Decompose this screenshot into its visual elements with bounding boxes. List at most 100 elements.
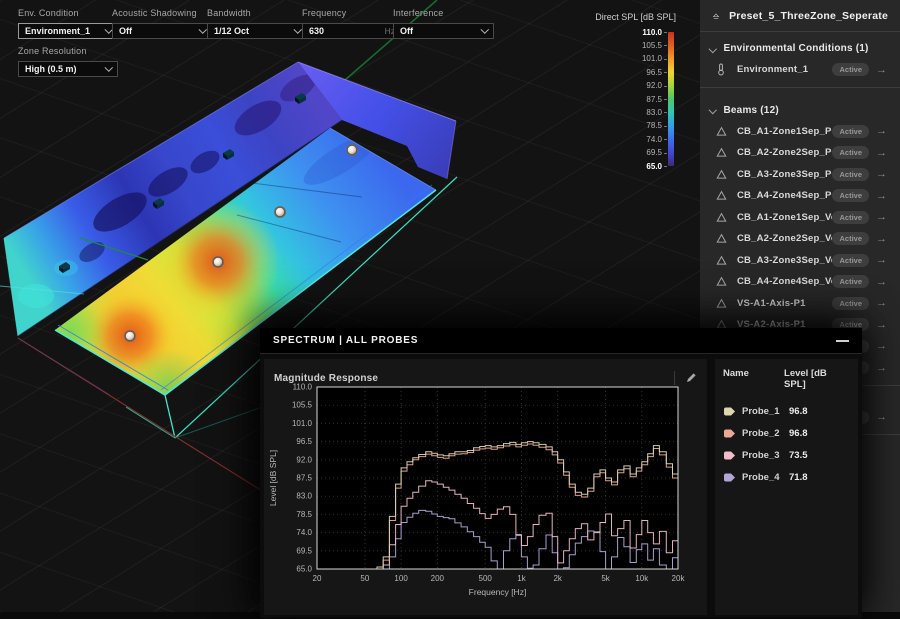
open-item-arrow-icon[interactable]: → (876, 190, 887, 202)
chevron-down-icon (709, 45, 717, 53)
y-tick-label: 74.0 (296, 528, 312, 537)
preset-header[interactable]: Preset_5_ThreeZone_Seperate (700, 0, 900, 32)
probe-table-card: Name Level [dB SPL] Probe_196.8Probe_296… (715, 359, 858, 615)
sidebar-item-cb_a1-zone1sep_voice[interactable]: CB_A1-Zone1Sep_VoiceActive → (700, 207, 900, 229)
active-badge[interactable]: Active (832, 232, 869, 245)
active-badge[interactable]: Active (832, 189, 869, 202)
colorbar-gradient (668, 32, 674, 166)
sidebar-item-label: CB_A1-Zone1Sep_PGM (737, 126, 832, 137)
x-tick-label: 20 (313, 574, 322, 583)
colorbar-tick-label: 110.0 (642, 28, 662, 37)
spectrum-panel-header[interactable]: SPECTRUM | ALL PROBES (260, 328, 862, 354)
section-header[interactable]: Beams (12) (700, 94, 900, 121)
section-header[interactable]: Environmental Conditions (1) (700, 32, 900, 59)
sidebar-item-cb_a4-zone4sep_voice[interactable]: CB_A4-Zone4Sep_VoiceActive→ (700, 271, 900, 293)
open-item-arrow-icon[interactable]: → (876, 64, 887, 76)
x-tick-label: 5k (601, 574, 610, 583)
sidebar-item-label: CB_A2-Zone2Sep_Voice (737, 233, 832, 244)
beam-icon (716, 233, 727, 244)
field-env-condition: Env. Condition Environment_1 (18, 8, 118, 39)
acoustic-shadowing-select[interactable]: Off (112, 23, 212, 39)
colorbar-tick-label: 69.5 (646, 148, 662, 157)
open-item-arrow-icon[interactable]: → (876, 233, 887, 245)
open-item-arrow-icon[interactable]: → (876, 276, 887, 288)
probe-level: 96.8 (789, 428, 808, 439)
sidebar-item-cb_a1-zone1sep_pgm[interactable]: CB_A1-Zone1Sep_PGMActive → (700, 121, 900, 143)
chevron-down-icon (198, 26, 206, 34)
sidebar-item-cb_a2-zone2sep_voice[interactable]: CB_A2-Zone2Sep_VoiceActive → (700, 228, 900, 250)
sidebar-item-cb_a2-zone2sep_pgm[interactable]: CB_A2-Zone2Sep_PGMActive → (700, 142, 900, 164)
bandwidth-select[interactable]: 1/12 Oct (207, 23, 307, 39)
section-title: Environmental Conditions (1) (724, 43, 869, 54)
x-axis-label: Frequency [Hz] (469, 587, 527, 597)
sidebar-item-cb_a3-zone3sep_pgm[interactable]: CB_A3-Zone3Sep_PGMActive→ (700, 164, 900, 186)
interference-select[interactable]: Off (393, 23, 494, 39)
active-badge[interactable]: Active (832, 211, 869, 224)
x-tick-label: 200 (431, 574, 445, 583)
active-badge[interactable]: Active (832, 297, 869, 310)
y-tick-label: 78.5 (296, 510, 312, 519)
open-item-arrow-icon[interactable]: → (876, 362, 887, 374)
field-zone-resolution: Zone Resolution High (0.5 m) (18, 46, 118, 77)
colorbar-tick-mark (664, 86, 667, 87)
active-badge[interactable]: Active (832, 125, 869, 138)
field-frequency: Frequency Hz (302, 8, 402, 39)
sidebar-item-cb_a3-zone3sep_voice[interactable]: CB_A3-Zone3Sep_VoiceActive→ (700, 250, 900, 272)
active-badge[interactable]: Active (832, 168, 869, 181)
y-tick-label: 87.5 (296, 474, 312, 483)
zone-resolution-select[interactable]: High (0.5 m) (18, 61, 118, 77)
open-item-arrow-icon[interactable]: → (876, 125, 887, 137)
probe-marker (124, 330, 136, 342)
beam-icon (716, 169, 727, 180)
open-item-arrow-icon[interactable]: → (876, 147, 887, 159)
open-item-arrow-icon[interactable]: → (876, 168, 887, 180)
probe-row-probe_4[interactable]: Probe_471.8 (715, 466, 858, 488)
open-item-arrow-icon[interactable]: → (876, 211, 887, 223)
active-badge[interactable]: Active (832, 146, 869, 159)
probe-name: Probe_2 (742, 428, 789, 439)
open-item-arrow-icon[interactable]: → (876, 254, 887, 266)
sidebar-item-environment_1[interactable]: Environment_1Active → (700, 59, 900, 81)
colorbar-title: Direct SPL [dB SPL] (595, 12, 676, 22)
field-acoustic-shadowing: Acoustic Shadowing Off (112, 8, 212, 39)
probe-name: Probe_4 (742, 472, 789, 483)
open-item-arrow-icon[interactable]: → (876, 411, 887, 423)
open-item-arrow-icon[interactable]: → (876, 319, 887, 331)
sidebar-item-label: CB_A1-Zone1Sep_Voice (737, 212, 832, 223)
interference-label: Interference (393, 8, 494, 18)
open-item-arrow-icon[interactable]: → (876, 297, 887, 309)
chevron-down-icon (480, 26, 488, 34)
field-bandwidth: Bandwidth 1/12 Oct (207, 8, 307, 39)
frequency-input[interactable] (309, 26, 361, 36)
frequency-label: Frequency (302, 8, 402, 18)
colorbar-tick-mark (664, 139, 667, 140)
active-badge[interactable]: Active (832, 63, 869, 76)
y-tick-label: 110.0 (293, 383, 313, 392)
sidebar-item-cb_a4-zone4sep_pgm[interactable]: CB_A4-Zone4Sep_PGMActive → (700, 185, 900, 207)
field-interference: Interference Off (393, 8, 494, 39)
colorbar-tick-label: 92.0 (646, 81, 662, 90)
beam-icon (716, 147, 727, 158)
open-item-arrow-icon[interactable]: → (876, 340, 887, 352)
probe-icon (723, 429, 736, 438)
probe-row-probe_3[interactable]: Probe_373.5 (715, 444, 858, 466)
spectrum-chart: 110.0105.5101.096.592.087.583.078.574.06… (264, 383, 707, 613)
sidebar-item-label: CB_A2-Zone2Sep_PGM (737, 147, 832, 158)
minimize-button[interactable] (835, 334, 849, 348)
colorbar-tick-mark (664, 99, 667, 100)
frequency-input-box: Hz (302, 23, 402, 39)
sidebar-item-vs-a1-axis-p1[interactable]: VS-A1-Axis-P1Active→ (700, 293, 900, 315)
probe-name: Probe_3 (742, 450, 789, 461)
colorbar-tick-label: 74.0 (646, 135, 662, 144)
active-badge[interactable]: Active (832, 275, 869, 288)
active-badge[interactable]: Active (832, 254, 869, 267)
env-condition-select[interactable]: Environment_1 (18, 23, 118, 39)
colorbar-tick-mark (664, 72, 667, 73)
spl-colorbar-legend: Direct SPL [dB SPL] 110.0105.5101.096.59… (560, 8, 682, 178)
probe-icon (723, 451, 736, 460)
preset-title: Preset_5_ThreeZone_Seperate (729, 10, 888, 22)
sidebar-item-label: Environment_1 (737, 64, 832, 75)
sidebar-item-label: CB_A4-Zone4Sep_PGM (737, 190, 832, 201)
probe-row-probe_1[interactable]: Probe_196.8 (715, 400, 858, 422)
probe-row-probe_2[interactable]: Probe_296.8 (715, 422, 858, 444)
